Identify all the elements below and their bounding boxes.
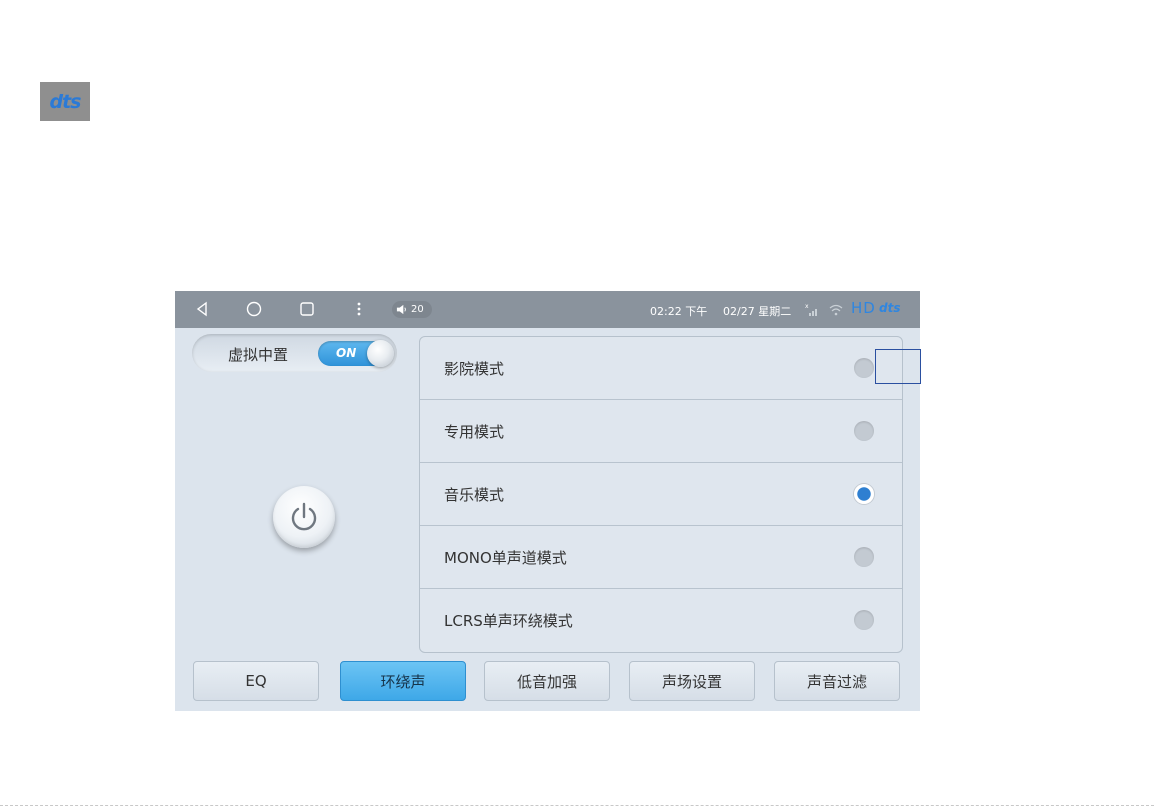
mode-label: 影院模式 [444,360,505,378]
back-icon[interactable] [191,299,213,319]
wifi-icon [829,302,843,321]
mode-item-lcrs[interactable]: LCRS单声环绕模式 [420,589,902,651]
status-bar: 20 02:22 下午 02/27 星期二 x HD dts [175,291,920,328]
mode-label: 音乐模式 [444,486,505,504]
volume-level: 20 [411,304,424,315]
radio-button-selected[interactable] [854,484,874,504]
volume-indicator[interactable]: 20 [392,301,432,318]
power-icon [291,502,317,531]
clock: 02:22 下午 [650,305,708,318]
signal-icon: x [805,302,819,321]
tab-sound-filter[interactable]: 声音过滤 [774,661,900,701]
switch-knob[interactable] [367,340,394,367]
on-off-switch[interactable]: ON [318,340,394,367]
hd-indicator: HD [851,299,876,317]
mode-list: 影院模式 专用模式 音乐模式 MONO单声道模式 LCRS单声环绕模式 [419,336,903,653]
virtual-center-toggle[interactable]: 虚拟中置 ON [192,334,397,372]
radio-button[interactable] [854,547,874,567]
radio-button[interactable] [854,421,874,441]
tab-bass-boost[interactable]: 低音加强 [484,661,610,701]
radio-button[interactable] [854,610,874,630]
mode-item-mono[interactable]: MONO单声道模式 [420,526,902,589]
page-divider [0,805,1154,806]
mode-item-music[interactable]: 音乐模式 [420,463,902,526]
mode-item-dedicated[interactable]: 专用模式 [420,400,902,463]
bottom-tab-bar: EQ 环绕声 低音加强 声场设置 声音过滤 [175,661,920,703]
switch-state: ON [336,346,357,360]
power-button[interactable] [273,486,335,548]
device-screen: 20 02:22 下午 02/27 星期二 x HD dts 虚拟中置 ON 影… [175,291,920,711]
dts-logo: dts [40,82,90,121]
radio-button[interactable] [854,358,874,378]
speaker-icon [396,304,406,315]
mode-label: LCRS单声环绕模式 [444,612,573,630]
more-menu-icon[interactable] [348,299,370,319]
date: 02/27 星期二 [723,305,792,318]
svg-text:x: x [805,303,809,310]
tab-surround[interactable]: 环绕声 [340,661,466,701]
dts-status-logo: dts [879,301,901,315]
annotation-box [875,349,921,384]
recent-apps-icon[interactable] [296,299,318,319]
tab-eq[interactable]: EQ [193,661,319,701]
mode-label: 专用模式 [444,423,505,441]
tab-sound-field[interactable]: 声场设置 [629,661,755,701]
mode-item-cinema[interactable]: 影院模式 [420,337,902,400]
dts-logo-text: dts [49,90,82,113]
mode-label: MONO单声道模式 [444,549,567,567]
home-icon[interactable] [243,299,265,319]
virtual-center-label: 虚拟中置 [228,346,289,364]
